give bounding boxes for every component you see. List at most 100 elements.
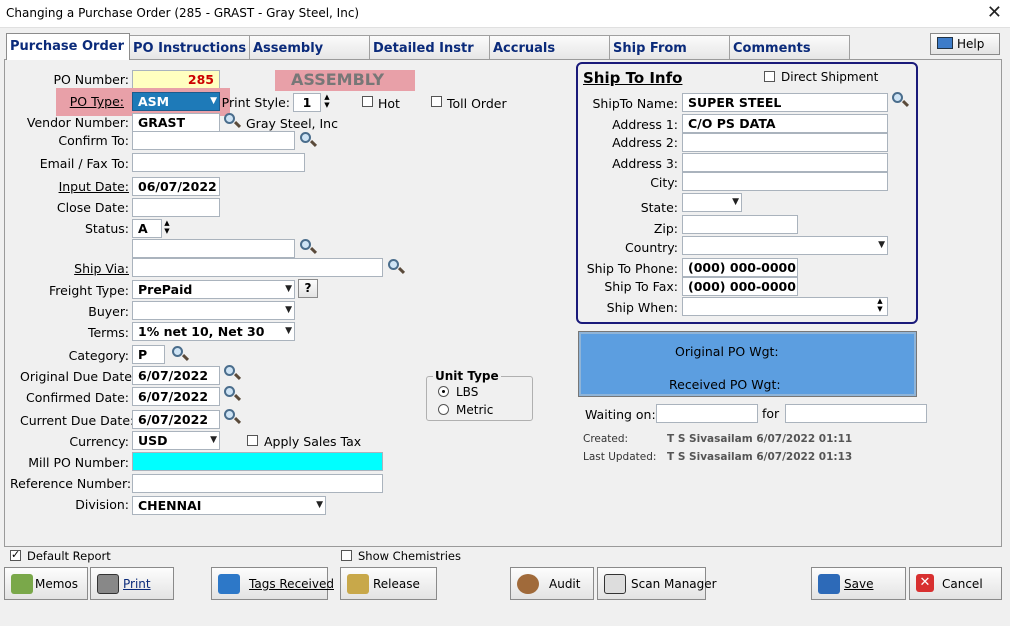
mill-po-field[interactable] [132, 452, 383, 471]
address2-label: Address 2: [612, 135, 678, 150]
toll-order-label: Toll Order [447, 96, 507, 111]
chevron-down-icon: ▼ [285, 284, 292, 294]
status-field[interactable]: A [132, 219, 162, 238]
chevron-down-icon: ▼ [210, 435, 217, 445]
ship-when-label: Ship When: [606, 300, 678, 315]
freight-type-select[interactable]: PrePaid ▼ [132, 280, 295, 299]
ship-via-search-icon[interactable] [386, 258, 406, 277]
confirmed-date-field[interactable]: 6/07/2022 [132, 387, 220, 406]
tab-assembly[interactable]: Assembly [249, 35, 370, 59]
city-field[interactable] [682, 172, 888, 191]
title-bar: Changing a Purchase Order (285 - GRAST -… [0, 0, 1010, 28]
fax-field[interactable]: (000) 000-0000 [682, 277, 798, 296]
zip-field[interactable] [682, 215, 798, 234]
metric-radio[interactable] [438, 404, 449, 415]
orig-due-label: Original Due Date: [20, 369, 137, 384]
save-button[interactable]: Save [811, 567, 906, 600]
po-type-select[interactable]: ASM ▼ [132, 92, 220, 111]
status-search-icon[interactable] [298, 238, 318, 257]
scan-manager-button[interactable]: Scan Manager [597, 567, 717, 600]
window-title: Changing a Purchase Order (285 - GRAST -… [6, 6, 360, 20]
waiting-on-field[interactable] [656, 404, 758, 423]
category-search-icon[interactable] [170, 345, 190, 364]
tags-received-button[interactable]: Tags Received [211, 567, 334, 600]
waiting-on-label: Waiting on: [585, 407, 656, 422]
division-select[interactable]: CHENNAI ▼ [132, 496, 326, 515]
printer-icon [97, 574, 119, 594]
orig-due-field[interactable]: 6/07/2022 [132, 366, 220, 385]
tab-po-instructions[interactable]: PO Instructions [129, 35, 250, 59]
tab-comments[interactable]: Comments [729, 35, 850, 59]
vendor-search-icon[interactable] [222, 112, 242, 131]
memos-button[interactable]: Memos [4, 567, 88, 600]
freight-help-button[interactable]: ? [298, 279, 318, 298]
print-style-field[interactable]: 1 [293, 93, 321, 112]
tags-icon [218, 574, 240, 594]
reference-field[interactable] [132, 474, 383, 493]
sales-tax-checkbox[interactable] [247, 435, 258, 446]
release-button[interactable]: Release [340, 567, 437, 600]
input-date-field[interactable]: 06/07/2022 [132, 177, 220, 196]
cancel-button[interactable]: ✕ Cancel [909, 567, 1002, 600]
audit-button[interactable]: Audit [510, 567, 594, 600]
category-field[interactable]: P [132, 345, 165, 364]
current-due-field[interactable]: 6/07/2022 [132, 410, 220, 429]
category-label: Category: [68, 348, 129, 363]
ship-via-field[interactable] [132, 258, 383, 277]
phone-field[interactable]: (000) 000-0000 [682, 258, 798, 277]
hot-checkbox[interactable] [362, 96, 373, 107]
input-date-label: Input Date: [58, 179, 129, 194]
close-icon[interactable]: ✕ [987, 2, 1002, 23]
vendor-field[interactable]: GRAST [132, 113, 220, 132]
shipto-name-field[interactable]: SUPER STEEL [682, 93, 888, 112]
metric-label: Metric [456, 403, 494, 417]
tab-detailed-instr[interactable]: Detailed Instr [369, 35, 490, 59]
help-button[interactable]: Help [930, 33, 1000, 55]
mill-po-label: Mill PO Number: [28, 455, 129, 470]
tab-purchase-order[interactable]: Purchase Order [6, 33, 130, 60]
confirm-search-icon[interactable] [298, 131, 318, 150]
print-style-spinner[interactable]: ▲ ▼ [321, 93, 333, 112]
status-desc-field[interactable] [132, 239, 295, 258]
chevron-down-icon: ▼ [285, 305, 292, 315]
fax-label: Ship To Fax: [604, 279, 678, 294]
terms-label: Terms: [87, 325, 129, 340]
ship-when-spinner[interactable]: ▲ ▼ [874, 297, 886, 316]
terms-select[interactable]: 1% net 10, Net 30 ▼ [132, 322, 295, 341]
tab-accruals[interactable]: Accruals [489, 35, 610, 59]
save-icon [818, 574, 840, 594]
address2-field[interactable] [682, 133, 888, 152]
print-style-label: Print Style: [221, 95, 290, 110]
shipto-search-icon[interactable] [890, 91, 910, 110]
print-button[interactable]: Print [90, 567, 174, 600]
state-select[interactable]: ▼ [682, 193, 742, 212]
lbs-radio[interactable] [438, 386, 449, 397]
city-label: City: [650, 175, 678, 190]
currency-select[interactable]: USD ▼ [132, 431, 220, 450]
po-number-field[interactable]: 285 [132, 70, 220, 89]
confirm-to-label: Confirm To: [58, 133, 129, 148]
address3-field[interactable] [682, 153, 888, 172]
orig-due-search-icon[interactable] [222, 364, 242, 383]
confirmed-date-label: Confirmed Date: [26, 390, 129, 405]
auditor-icon [517, 574, 539, 594]
ship-when-field[interactable] [682, 297, 888, 316]
confirm-to-field[interactable] [132, 131, 295, 150]
buyer-select[interactable]: ▼ [132, 301, 295, 320]
confirmed-date-search-icon[interactable] [222, 385, 242, 404]
email-field[interactable] [132, 153, 305, 172]
country-select[interactable]: ▼ [682, 236, 888, 255]
recv-wgt-label: Received PO Wgt: [669, 377, 781, 392]
shipto-name-label: ShipTo Name: [592, 96, 679, 111]
toll-order-checkbox[interactable] [431, 96, 442, 107]
show-chemistries-checkbox[interactable] [341, 550, 352, 561]
address1-field[interactable]: C/O PS DATA [682, 114, 888, 133]
direct-shipment-checkbox[interactable] [764, 71, 775, 82]
status-spinner[interactable]: ▲ ▼ [161, 219, 173, 238]
default-report-checkbox[interactable] [10, 548, 21, 561]
waiting-for-field[interactable] [785, 404, 927, 423]
country-label: Country: [625, 240, 678, 255]
close-date-field[interactable] [132, 198, 220, 217]
current-due-search-icon[interactable] [222, 408, 242, 427]
tab-ship-from[interactable]: Ship From [609, 35, 730, 59]
